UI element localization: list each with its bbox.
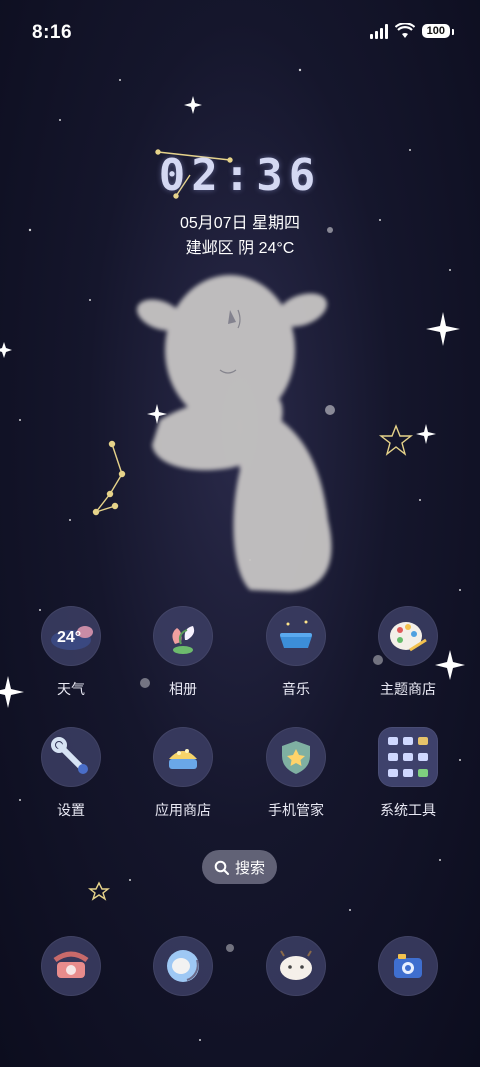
widget-clock-time[interactable]: 02:36: [0, 150, 480, 201]
battery-icon: 100: [421, 24, 455, 38]
system-tools-folder-icon: [378, 727, 438, 787]
app-music[interactable]: 音乐: [241, 606, 351, 699]
app-store-icon: [153, 727, 213, 787]
wifi-icon: [394, 23, 415, 38]
phone-icon: [41, 936, 101, 996]
app-label: 相册: [169, 681, 197, 697]
app-label: 主题商店: [380, 681, 436, 697]
weather-temp-badge: 24°: [57, 629, 81, 646]
widget-date: 05月07日 星期四: [179, 215, 301, 232]
messages-icon: [266, 936, 326, 996]
app-label: 设置: [57, 802, 85, 818]
app-label: 手机管家: [268, 802, 324, 818]
app-app-store[interactable]: 应用商店: [128, 727, 238, 820]
phone-manager-icon: [266, 727, 326, 787]
app-label: 天气: [57, 681, 85, 697]
dock-phone[interactable]: [16, 936, 126, 996]
gallery-icon: [153, 606, 213, 666]
camera-icon: [378, 936, 438, 996]
signal-icon: [369, 23, 388, 39]
app-label: 音乐: [282, 681, 310, 697]
dock-browser[interactable]: [128, 936, 238, 996]
widget-weather[interactable]: 建邺区 阴 24°C: [0, 234, 480, 258]
app-phone-manager[interactable]: 手机管家: [241, 727, 351, 820]
dock-messages[interactable]: [241, 936, 351, 996]
settings-icon: [41, 727, 101, 787]
status-bar: 8:16 100: [0, 0, 480, 66]
search-button[interactable]: 搜索: [202, 850, 277, 884]
app-weather[interactable]: 24° 天气: [16, 606, 126, 699]
app-label: 系统工具: [380, 802, 436, 818]
app-theme-store[interactable]: 主题商店: [353, 606, 463, 699]
status-time: 8:16: [32, 22, 73, 43]
search-icon: [214, 860, 229, 875]
search-label: 搜索: [234, 859, 265, 877]
browser-icon: [153, 936, 213, 996]
app-gallery[interactable]: 相册: [128, 606, 238, 699]
music-icon: [266, 606, 326, 666]
weather-icon: 24°: [41, 606, 101, 666]
theme-store-icon: [378, 606, 438, 666]
app-system-tools-folder[interactable]: 系统工具: [353, 727, 463, 820]
app-settings[interactable]: 设置: [16, 727, 126, 820]
status-icons: 100: [369, 23, 455, 39]
wallpaper-lamb-illustration: [136, 275, 332, 592]
app-label: 应用商店: [155, 802, 211, 818]
dock-camera[interactable]: [353, 936, 463, 996]
